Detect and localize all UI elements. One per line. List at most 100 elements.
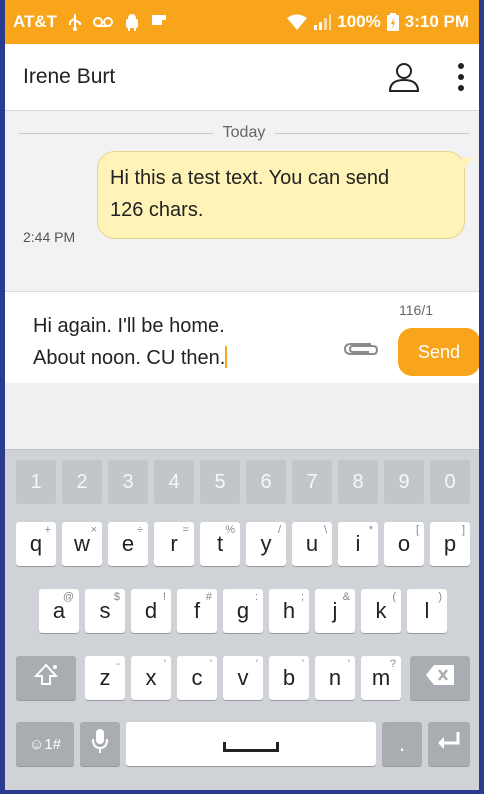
key-v[interactable]: v ' [223,656,263,700]
key-label: t [216,531,224,556]
message-timestamp: 2:44 PM [23,229,76,245]
keyboard: 1 2 3 4 5 6 7 8 9 0 q + w × e ÷ r = t% y / u \… [5,449,479,790]
message-list[interactable]: Today Hi this a test text. You can send … [5,111,479,291]
message-text-line: 126 chars. [110,199,204,221]
key-hint: ÷ [136,524,143,536]
key-label: y [260,531,272,556]
key-hint: × [90,524,97,536]
key-label: z [99,665,111,690]
key-hint: \ [323,524,327,536]
battery-icon [386,13,399,31]
compose-bar: Hi again. I'll be home. About noon. CU t… [5,291,479,384]
conversation-header: Irene Burt [5,44,479,111]
key-b[interactable]: b ' [269,656,309,700]
key-q[interactable]: q + [16,522,56,566]
key-m[interactable]: m? [361,656,401,700]
key-label: f [193,598,201,623]
key-x[interactable]: x ' [131,656,171,700]
key-r[interactable]: r = [154,522,194,566]
wifi-icon [287,14,308,30]
key-label: x [145,665,157,690]
key-4[interactable]: 4 [154,460,194,504]
key-w[interactable]: w × [62,522,102,566]
key-label: k [375,598,387,623]
key-label: b [282,665,296,690]
key-hint: ' [347,658,350,670]
key-p[interactable]: p] [430,522,470,566]
key-hint: + [44,524,51,536]
shift-key[interactable] [16,656,76,700]
key-hint: ' [163,658,166,670]
key-label: e [121,531,135,556]
key-hint: [ [415,524,419,536]
key-hint: ; [300,591,304,603]
key-j[interactable]: j & [315,589,355,633]
person-icon[interactable] [387,60,421,94]
battery-percent: 100% [337,12,381,31]
key-n[interactable]: n ' [315,656,355,700]
key-9[interactable]: 9 [384,460,424,504]
message-text-line: Hi this a test text. You can send [110,167,390,189]
symbols-key[interactable]: ☺1# [16,722,74,766]
send-button[interactable]: Send [398,328,479,376]
key-u[interactable]: u \ [292,522,332,566]
key-3[interactable]: 3 [108,460,148,504]
key-0[interactable]: 0 [430,460,470,504]
key-f[interactable]: f # [177,589,217,633]
key-h[interactable]: h; [269,589,309,633]
more-vert-icon[interactable] [457,62,465,92]
key-t[interactable]: t% [200,522,240,566]
key-d[interactable]: d! [131,589,171,633]
key-label: q [29,531,43,556]
message-bubble[interactable]: Hi this a test text. You can send 126 ch… [97,151,474,239]
text-cursor [225,346,228,368]
carrier-label: AT&T [13,12,58,31]
date-label: Today [222,124,266,141]
status-right: 100% 3:10 PM [287,12,479,32]
key-hint: ? [389,658,396,670]
key-1[interactable]: 1 [16,460,56,504]
key-c[interactable]: c ' [177,656,217,700]
key-label: j [332,598,338,623]
key-5[interactable]: 5 [200,460,240,504]
key-z[interactable]: z- [85,656,125,700]
char-counter: 116/1 [399,302,433,318]
key-hint: : [254,591,258,603]
clock: 3:10 PM [404,12,469,31]
key-8[interactable]: 8 [338,460,378,504]
key-s[interactable]: s $ [85,589,125,633]
key-label: i [355,531,361,556]
key-y[interactable]: y / [246,522,286,566]
backspace-key[interactable] [410,656,470,700]
key-hint: / [277,524,281,536]
key-hint: $ [113,591,120,603]
key-hint: # [205,591,212,603]
message-input[interactable]: Hi again. I'll be home. About noon. CU t… [33,310,333,374]
key-label: n [328,665,342,690]
key-2[interactable]: 2 [62,460,102,504]
period-key[interactable]: . [382,722,422,766]
mic-icon [92,728,108,760]
key-g[interactable]: g: [223,589,263,633]
android-icon [123,13,141,31]
paperclip-icon[interactable] [341,338,381,360]
voicemail-icon [93,16,114,28]
key-a[interactable]: a @ [39,589,79,633]
key-hint: ) [438,591,442,603]
mic-key[interactable] [80,722,120,766]
status-left: AT&T [5,12,167,32]
key-label: r [170,531,178,556]
status-bar: AT&T 100% 3:10 PM [5,0,479,44]
key-e[interactable]: e ÷ [108,522,148,566]
space-key[interactable] [126,722,376,766]
key-k[interactable]: k( [361,589,401,633]
key-i[interactable]: i * [338,522,378,566]
input-text-line: About noon. CU then. [33,342,333,374]
key-hint: ' [209,658,212,670]
enter-key[interactable] [428,722,470,766]
key-o[interactable]: o[ [384,522,424,566]
key-l[interactable]: l) [407,589,447,633]
key-hint: & [342,591,350,603]
key-7[interactable]: 7 [292,460,332,504]
key-6[interactable]: 6 [246,460,286,504]
